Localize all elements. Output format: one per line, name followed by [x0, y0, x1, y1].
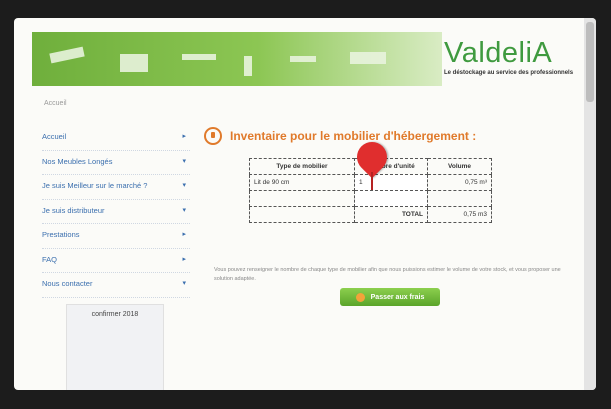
pin-stem — [371, 172, 373, 190]
sidebar-box-title: confirmer 2018 — [91, 310, 139, 318]
breadcrumb[interactable]: Accueil — [44, 100, 67, 107]
column-header: Volume — [427, 158, 492, 175]
next-step-button[interactable]: Passer aux frais — [340, 288, 440, 306]
chevron-down-icon: ▾ — [182, 157, 186, 165]
chevron-down-icon: ▾ — [182, 206, 186, 214]
header-banner — [32, 32, 442, 86]
chevron-down-icon: ▾ — [182, 280, 186, 287]
arrow-icon — [355, 292, 365, 302]
sidebar-item-contact[interactable]: Nous contacter ▾ — [42, 273, 190, 298]
chevron-right-icon: ▸ — [182, 133, 186, 140]
next-step-button-label: Passer aux frais — [370, 293, 425, 301]
column-header: Type de mobilier — [249, 158, 355, 175]
furniture-illustration — [290, 56, 316, 62]
furniture-type-select[interactable] — [249, 190, 355, 207]
volume-cell: 0,75 m³ — [427, 174, 492, 191]
sidebar-item-label: Accueil — [42, 132, 67, 141]
browser-viewport: ValdeliA Le déstockage au service des pr… — [14, 18, 596, 390]
furniture-illustration — [49, 46, 85, 64]
site-logo[interactable]: ValdeliA Le déstockage au service des pr… — [444, 38, 573, 76]
sidebar-item-label: Nous contacter — [42, 279, 93, 288]
scrollbar-thumb[interactable] — [586, 22, 594, 102]
info-icon — [204, 127, 222, 145]
total-value: 0,75 m3 — [427, 206, 492, 223]
title-row: Inventaire pour le mobilier d'hébergemen… — [204, 126, 584, 146]
chevron-right-icon: ▸ — [182, 255, 186, 263]
vertical-scrollbar[interactable] — [584, 18, 596, 390]
chevron-down-icon: ▾ — [182, 182, 186, 189]
logo-text: ValdeliA — [444, 37, 553, 69]
sidebar-item-label: Prestations — [42, 230, 80, 239]
chevron-right-icon: ▸ — [182, 231, 186, 238]
total-spacer — [249, 206, 355, 223]
main-content: Inventaire pour le mobilier d'hébergemen… — [204, 126, 584, 306]
furniture-illustration — [350, 52, 386, 64]
sidebar-nav: Accueil ▸ Nos Meubles Longés ▾ Je suis M… — [42, 126, 190, 390]
sidebar-item-label: Je suis distributeur — [42, 205, 105, 215]
sidebar-item-prestations[interactable]: Prestations ▸ — [42, 224, 190, 249]
sidebar-item-label: Nos Meubles Longés — [42, 156, 113, 166]
page-title: Inventaire pour le mobilier d'hébergemen… — [230, 129, 477, 143]
sidebar-item-distributeur[interactable]: Je suis distributeur ▾ — [42, 200, 190, 224]
logo-tagline: Le déstockage au service des professionn… — [444, 70, 574, 76]
help-note: Vous pouvez renseigner le nombre de chaq… — [214, 267, 561, 282]
table-row — [249, 190, 492, 207]
furniture-illustration — [120, 54, 148, 72]
sidebar-item-label: FAQ — [42, 254, 58, 264]
furniture-illustration — [244, 56, 252, 76]
furniture-type-select[interactable]: Lit de 90 cm — [249, 174, 355, 191]
sidebar-item-accueil[interactable]: Accueil ▸ — [42, 126, 190, 151]
quantity-input[interactable] — [354, 190, 428, 207]
sidebar-item-label: Je suis Meilleur sur le marché ? — [42, 181, 148, 190]
total-label: TOTAL — [354, 206, 428, 223]
volume-cell — [427, 190, 492, 207]
map-pin-icon — [350, 135, 394, 190]
sidebar-item-faq[interactable]: FAQ ▸ — [42, 249, 190, 273]
sidebar-promo-box: confirmer 2018 — [66, 303, 164, 390]
sidebar-item-marche[interactable]: Je suis Meilleur sur le marché ? ▾ — [42, 175, 190, 200]
sidebar-item-meubles[interactable]: Nos Meubles Longés ▾ — [42, 151, 190, 175]
furniture-illustration — [182, 54, 216, 60]
table-total-row: TOTAL 0,75 m3 — [249, 206, 492, 223]
